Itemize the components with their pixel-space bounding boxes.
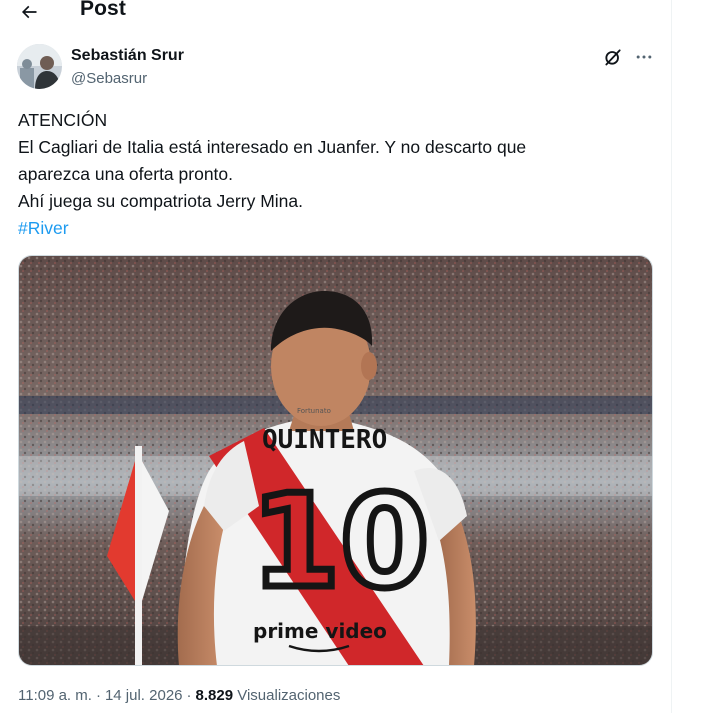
player-photo: QUINTERO 10 prime video Fortunato [19, 256, 652, 665]
jersey-name: QUINTERO [262, 425, 387, 455]
separator: · [186, 687, 192, 704]
tweet-line: ATENCIÓN [18, 110, 108, 130]
views-label: Visualizaciones [237, 687, 341, 704]
column-divider [671, 0, 672, 713]
tweet-line: aparezca una oferta pronto. [18, 164, 234, 184]
tweet-time[interactable]: 11:09 a. m. [18, 687, 92, 704]
grok-icon [605, 49, 621, 66]
grok-button[interactable] [601, 45, 625, 69]
back-button[interactable] [14, 0, 44, 25]
page-title: Post [80, 0, 126, 20]
tweet-line: El Cagliari de Italia está interesado en… [18, 137, 527, 157]
views-count: 8.829 [195, 687, 234, 704]
tweet-media-image[interactable]: QUINTERO 10 prime video Fortunato [18, 255, 653, 666]
more-options-button[interactable] [632, 45, 656, 69]
more-dots-icon [636, 55, 652, 59]
tweet-line: Ahí juega su compatriota Jerry Mina. [18, 191, 303, 211]
author-name[interactable]: Sebastián Srur [71, 47, 184, 65]
tweet-text: ATENCIÓN El Cagliari de Italia está inte… [18, 107, 658, 242]
avatar-image [17, 44, 62, 89]
jersey-brand: Fortunato [297, 407, 331, 415]
separator: · [95, 687, 101, 704]
page-header: Post [0, 0, 671, 28]
arrow-left-icon [21, 5, 37, 19]
tweet-date[interactable]: 14 jul. 2026 [105, 687, 183, 704]
avatar[interactable] [17, 44, 62, 89]
hashtag-link[interactable]: #River [18, 215, 658, 242]
tweet-meta: 11:09 a. m. · 14 jul. 2026 · 8.829 Visualiza… [18, 687, 340, 704]
jersey-sponsor: prime video [253, 619, 387, 643]
author-handle[interactable]: @Sebasrur [71, 70, 147, 87]
jersey-number: 10 [251, 468, 429, 617]
